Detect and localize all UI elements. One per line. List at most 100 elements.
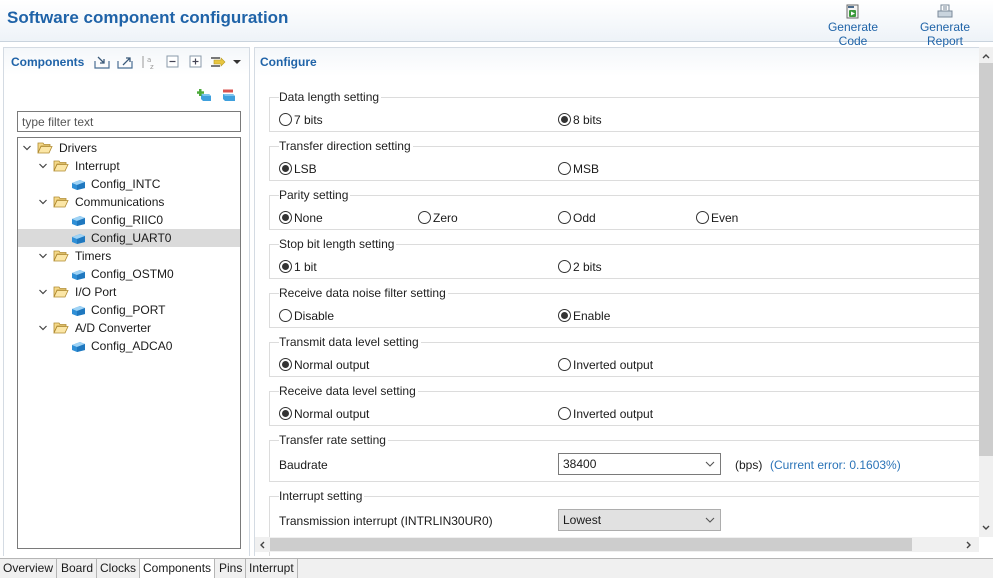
folder-open-icon — [37, 142, 53, 154]
configure-panel-header: Configure — [255, 48, 993, 76]
tree-node-config-riic0[interactable]: Config_RIIC0 — [18, 211, 240, 229]
baudrate-unit: (bps) — [735, 458, 763, 472]
chevron-down-icon[interactable] — [38, 247, 48, 265]
scroll-up-icon[interactable] — [980, 50, 992, 62]
scroll-right-icon[interactable] — [963, 539, 975, 551]
chevron-down-icon[interactable] — [22, 139, 32, 157]
tree-node-config-adca0[interactable]: Config_ADCA0 — [18, 337, 240, 355]
radio-circle-checked[interactable] — [279, 407, 292, 420]
configure-panel: Configure Data length setting 7 bits 8 b… — [254, 47, 993, 556]
radio-circle[interactable] — [558, 260, 571, 273]
tree-node-drivers[interactable]: Drivers — [18, 139, 240, 157]
tab-clocks[interactable]: Clocks — [97, 559, 141, 578]
baudrate-select[interactable]: 38400 — [558, 453, 721, 475]
radio-circle[interactable] — [418, 211, 431, 224]
radio-label: 8 bits — [573, 113, 602, 127]
import-icon[interactable] — [94, 55, 110, 69]
tree-node-interrupt[interactable]: Interrupt — [18, 157, 240, 175]
radio-circle[interactable] — [558, 407, 571, 420]
tree-node-timers[interactable]: Timers — [18, 247, 240, 265]
baudrate-value: 38400 — [563, 457, 597, 471]
sort-az-icon[interactable]: a z — [141, 55, 157, 69]
tree-node-communications[interactable]: Communications — [18, 193, 240, 211]
radio-circle-checked[interactable] — [558, 113, 571, 126]
scroll-down-icon[interactable] — [980, 522, 992, 534]
remove-component-icon[interactable] — [221, 88, 237, 102]
scroll-left-icon[interactable] — [256, 539, 268, 551]
tree-node-label: Timers — [75, 249, 112, 263]
folder-open-icon — [53, 160, 69, 172]
radio-label: Even — [711, 211, 739, 225]
tree-node-ad-converter[interactable]: A/D Converter — [18, 319, 240, 337]
folder-open-icon — [53, 286, 69, 298]
tree-node-config-intc[interactable]: Config_INTC — [18, 175, 240, 193]
chevron-down-icon — [705, 517, 715, 523]
tree-node-label: Interrupt — [75, 159, 120, 173]
chevron-down-icon[interactable] — [38, 319, 48, 337]
data-length-group: Data length setting 7 bits 8 bits — [269, 90, 979, 132]
generate-report-label: Generate Report — [919, 20, 971, 48]
tree-node-config-port[interactable]: Config_PORT — [18, 301, 240, 319]
group-legend: Stop bit length setting — [279, 237, 397, 251]
chevron-down-icon[interactable] — [38, 193, 48, 211]
tree-node-config-uart0[interactable]: Config_UART0 — [18, 229, 240, 247]
radio-label: Enable — [573, 309, 611, 323]
export-icon[interactable] — [117, 55, 133, 69]
tab-pins[interactable]: Pins — [216, 559, 247, 578]
chevron-down-icon — [705, 461, 715, 467]
add-component-icon[interactable] — [197, 88, 213, 102]
tab-board[interactable]: Board — [58, 559, 98, 578]
radio-circle[interactable] — [279, 309, 292, 322]
tab-components[interactable]: Components — [140, 559, 216, 578]
group-legend: Transmit data level setting — [279, 335, 421, 349]
group-legend: Receive data noise filter setting — [279, 286, 448, 300]
tab-interrupt[interactable]: Interrupt — [246, 559, 298, 578]
vertical-scrollbar-thumb[interactable] — [979, 63, 993, 456]
radio-label: Normal output — [294, 358, 370, 372]
configure-panel-title: Configure — [260, 55, 317, 69]
radio-label: Inverted output — [573, 407, 654, 421]
tree-node-label: I/O Port — [75, 285, 117, 299]
radio-circle[interactable] — [558, 211, 571, 224]
component-tree[interactable]: Drivers Interrupt Config_INTC Communicat… — [17, 137, 241, 549]
group-legend: Transfer rate setting — [279, 433, 388, 447]
radio-circle-checked[interactable] — [279, 260, 292, 273]
tree-node-io-port[interactable]: I/O Port — [18, 283, 240, 301]
noise-filter-group: Receive data noise filter setting Disabl… — [269, 286, 979, 328]
radio-circle[interactable] — [279, 113, 292, 126]
tree-node-label: Config_INTC — [91, 177, 161, 191]
radio-label: MSB — [573, 162, 600, 176]
filter-arrows-icon[interactable] — [210, 55, 226, 69]
tree-node-config-ostm0[interactable]: Config_OSTM0 — [18, 265, 240, 283]
page-title: Software component configuration — [7, 8, 289, 27]
radio-circle-checked[interactable] — [279, 211, 292, 224]
radio-circle[interactable] — [558, 162, 571, 175]
group-legend: Data length setting — [279, 90, 382, 104]
generate-report-button[interactable]: Generate Report — [902, 4, 988, 48]
tab-overview[interactable]: Overview — [0, 559, 58, 578]
radio-circle-checked[interactable] — [558, 309, 571, 322]
folder-open-icon — [53, 250, 69, 262]
generate-code-button[interactable]: Generate Code — [813, 4, 893, 48]
transmission-interrupt-priority-select[interactable]: Lowest — [558, 509, 721, 531]
filter-input[interactable] — [17, 111, 241, 132]
tree-node-label: Config_OSTM0 — [91, 267, 174, 281]
radio-circle-checked[interactable] — [279, 358, 292, 371]
radio-circle-checked[interactable] — [279, 162, 292, 175]
collapse-all-icon[interactable] — [165, 55, 181, 69]
radio-circle[interactable] — [696, 211, 709, 224]
components-panel-header: Components a z — [4, 48, 249, 76]
radio-circle[interactable] — [558, 358, 571, 371]
view-menu-dropdown-icon[interactable] — [232, 55, 242, 69]
horizontal-scrollbar-thumb[interactable] — [270, 538, 912, 551]
expand-all-icon[interactable] — [188, 55, 204, 69]
radio-label: Zero — [433, 211, 458, 225]
generate-code-icon — [846, 4, 859, 19]
generate-report-icon — [937, 4, 953, 18]
current-error-text: (Current error: 0.1603%) — [770, 458, 901, 472]
chevron-down-icon[interactable] — [38, 283, 48, 301]
radio-label: None — [294, 211, 323, 225]
component-icon — [72, 180, 85, 190]
radio-label: 2 bits — [573, 260, 602, 274]
chevron-down-icon[interactable] — [38, 157, 48, 175]
